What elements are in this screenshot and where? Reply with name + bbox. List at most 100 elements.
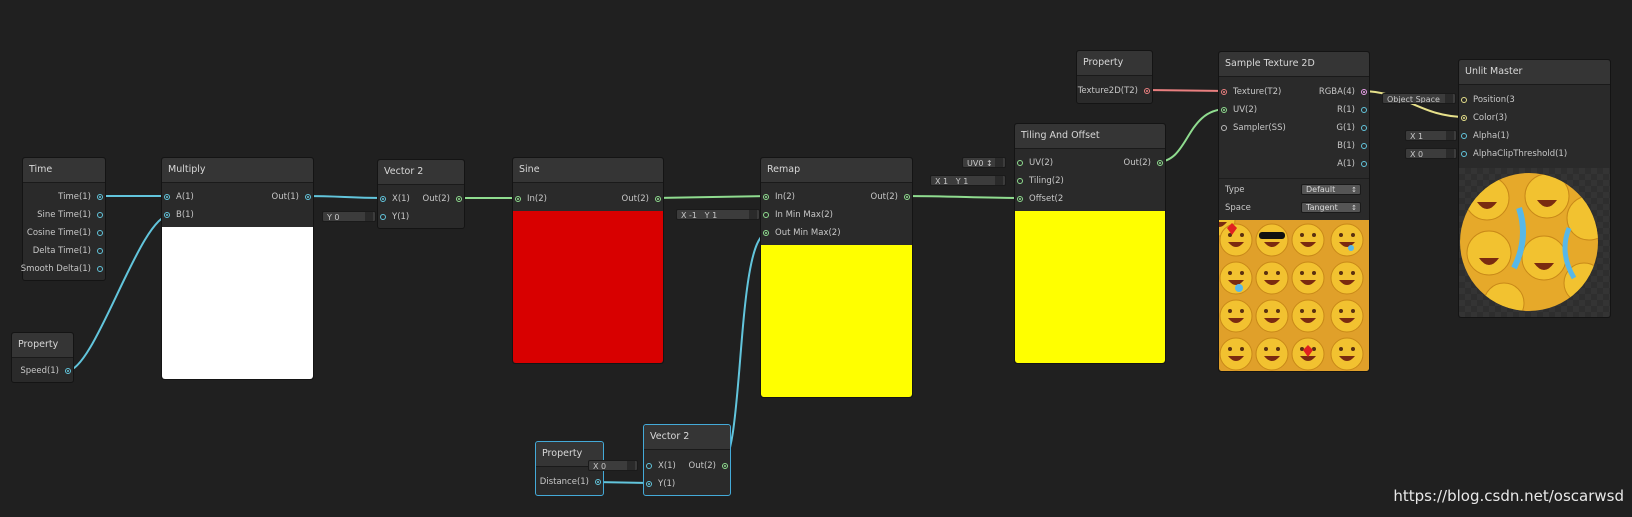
remap-output-port[interactable]: Out(2): [871, 190, 912, 204]
port-dot-icon[interactable]: [1361, 143, 1367, 149]
remap-inminmax-field[interactable]: X -1 Y 1: [676, 209, 760, 220]
port-dot-icon[interactable]: [65, 368, 71, 374]
master-color-input-port[interactable]: Color(3): [1459, 111, 1507, 125]
remap-node[interactable]: Remap In(2) In Min Max(2) Out Min Max(2)…: [760, 157, 913, 398]
speed-property-node[interactable]: Property Speed(1): [11, 332, 74, 383]
tiling-and-offset-node[interactable]: Tiling And Offset UV(2) Tiling(2) Offset…: [1014, 123, 1166, 364]
port-dot-icon[interactable]: [97, 194, 103, 200]
tiling-uv-input-port[interactable]: UV(2): [1015, 156, 1053, 170]
multiply-node[interactable]: Multiply A(1) B(1) Out(1): [161, 157, 314, 380]
port-dot-icon[interactable]: [1157, 160, 1163, 166]
port-dot-icon[interactable]: [655, 196, 661, 202]
vector2-y-field[interactable]: Y 0: [322, 211, 376, 222]
vector2-output-port[interactable]: Out(2): [423, 192, 464, 206]
port-dot-icon[interactable]: [1017, 196, 1023, 202]
sine-node[interactable]: Sine In(2) Out(2): [512, 157, 664, 364]
wire-multiply-to-vector2-x: [304, 195, 386, 199]
port-dot-icon[interactable]: [1221, 125, 1227, 131]
port-dot-icon[interactable]: [722, 463, 728, 469]
multiply-a-input-port[interactable]: A(1): [162, 190, 194, 204]
sine-output-port[interactable]: Out(2): [622, 192, 663, 206]
port-dot-icon[interactable]: [1461, 115, 1467, 121]
port-dot-icon[interactable]: [763, 230, 769, 236]
vector2-node-b[interactable]: Vector 2 X(1) Y(1) Out(2): [643, 424, 731, 496]
port-dot-icon[interactable]: [97, 230, 103, 236]
port-dot-icon[interactable]: [1361, 107, 1367, 113]
texture2d-output-port[interactable]: Texture2D(T2): [1078, 84, 1152, 98]
port-dot-icon[interactable]: [1221, 89, 1227, 95]
tiling-tiling-field[interactable]: X 1 Y 1: [930, 175, 1006, 186]
port-dot-icon[interactable]: [97, 212, 103, 218]
position-space-field[interactable]: Object Space: [1382, 93, 1456, 104]
sample-rgba-output-port[interactable]: RGBA(4): [1319, 85, 1369, 99]
sample-sampler-input-port[interactable]: Sampler(SS): [1219, 121, 1286, 135]
port-dot-icon[interactable]: [646, 463, 652, 469]
sample-texture-input-port[interactable]: Texture(T2): [1219, 85, 1281, 99]
port-dot-icon[interactable]: [1361, 125, 1367, 131]
sample-a-output-port[interactable]: A(1): [1337, 157, 1369, 171]
remap-inminmax-input-port[interactable]: In Min Max(2): [761, 208, 833, 222]
sample-b-output-port[interactable]: B(1): [1337, 139, 1369, 153]
port-dot-icon[interactable]: [97, 248, 103, 254]
multiply-output-port[interactable]: Out(1): [272, 190, 313, 204]
port-dot-icon[interactable]: [164, 212, 170, 218]
master-alpha-input-port[interactable]: Alpha(1): [1459, 129, 1509, 143]
unlit-master-node[interactable]: Unlit Master Position(3 Color(3) Alpha(1…: [1458, 59, 1611, 318]
alpha-clip-field[interactable]: X 0: [1405, 148, 1457, 159]
vector2-x-input-port[interactable]: X(1): [378, 192, 410, 206]
space-dropdown[interactable]: Tangent ↕: [1301, 202, 1361, 213]
port-dot-icon[interactable]: [380, 196, 386, 202]
alpha-field[interactable]: X 1: [1405, 130, 1457, 141]
port-dot-icon[interactable]: [595, 479, 601, 485]
sine-time-output-port[interactable]: Sine Time(1): [37, 208, 105, 222]
tiling-uv-dropdown[interactable]: UV0 ↕: [962, 157, 1006, 168]
sample-r-output-port[interactable]: R(1): [1337, 103, 1369, 117]
time-output-port[interactable]: Time(1): [58, 190, 105, 204]
remap-outminmax-input-port[interactable]: Out Min Max(2): [761, 226, 841, 240]
port-dot-icon[interactable]: [1361, 89, 1367, 95]
remap-in-input-port[interactable]: In(2): [761, 190, 795, 204]
sine-input-port[interactable]: In(2): [513, 192, 547, 206]
vector2-y-input-port[interactable]: Y(1): [378, 210, 409, 224]
port-dot-icon[interactable]: [97, 266, 103, 272]
port-dot-icon[interactable]: [380, 214, 386, 220]
port-dot-icon[interactable]: [515, 196, 521, 202]
master-alphaclip-input-port[interactable]: AlphaClipThreshold(1): [1459, 147, 1567, 161]
texture-property-node[interactable]: Property Texture2D(T2): [1076, 50, 1153, 104]
port-dot-icon[interactable]: [1461, 133, 1467, 139]
port-dot-icon[interactable]: [1361, 161, 1367, 167]
port-dot-icon[interactable]: [164, 194, 170, 200]
port-dot-icon[interactable]: [904, 194, 910, 200]
port-dot-icon[interactable]: [763, 212, 769, 218]
speed-output-port[interactable]: Speed(1): [20, 364, 73, 378]
delta-time-output-port[interactable]: Delta Time(1): [33, 244, 105, 258]
distance-output-port[interactable]: Distance(1): [540, 475, 603, 489]
smooth-delta-output-port[interactable]: Smooth Delta(1): [21, 262, 105, 276]
port-dot-icon[interactable]: [1461, 97, 1467, 103]
vector2b-y-input-port[interactable]: Y(1): [644, 477, 675, 491]
port-dot-icon[interactable]: [1144, 88, 1150, 94]
port-dot-icon[interactable]: [646, 481, 652, 487]
vector2b-output-port[interactable]: Out(2): [689, 459, 730, 473]
tiling-output-port[interactable]: Out(2): [1124, 156, 1165, 170]
vector2-node[interactable]: Vector 2 X(1) Y(1) Out(2): [377, 159, 465, 229]
port-dot-icon[interactable]: [1461, 151, 1467, 157]
sample-uv-input-port[interactable]: UV(2): [1219, 103, 1257, 117]
port-dot-icon[interactable]: [1017, 178, 1023, 184]
port-dot-icon[interactable]: [1221, 107, 1227, 113]
time-node[interactable]: Time Time(1) Sine Time(1) Cosine Time(1)…: [21, 157, 106, 281]
type-dropdown[interactable]: Default ↕: [1301, 184, 1361, 195]
tiling-offset-input-port[interactable]: Offset(2: [1015, 192, 1063, 206]
vector2b-x-input-port[interactable]: X(1): [644, 459, 676, 473]
port-dot-icon[interactable]: [1017, 160, 1023, 166]
port-dot-icon[interactable]: [763, 194, 769, 200]
port-dot-icon[interactable]: [305, 194, 311, 200]
vector2b-x-field[interactable]: X 0: [588, 460, 638, 471]
cosine-time-output-port[interactable]: Cosine Time(1): [27, 226, 105, 240]
sample-texture-2d-node[interactable]: Sample Texture 2D Texture(T2) UV(2) Samp…: [1218, 51, 1370, 372]
port-dot-icon[interactable]: [456, 196, 462, 202]
master-position-input-port[interactable]: Position(3: [1459, 93, 1515, 107]
tiling-tiling-input-port[interactable]: Tiling(2): [1015, 174, 1064, 188]
multiply-b-input-port[interactable]: B(1): [162, 208, 194, 222]
sample-g-output-port[interactable]: G(1): [1336, 121, 1369, 135]
